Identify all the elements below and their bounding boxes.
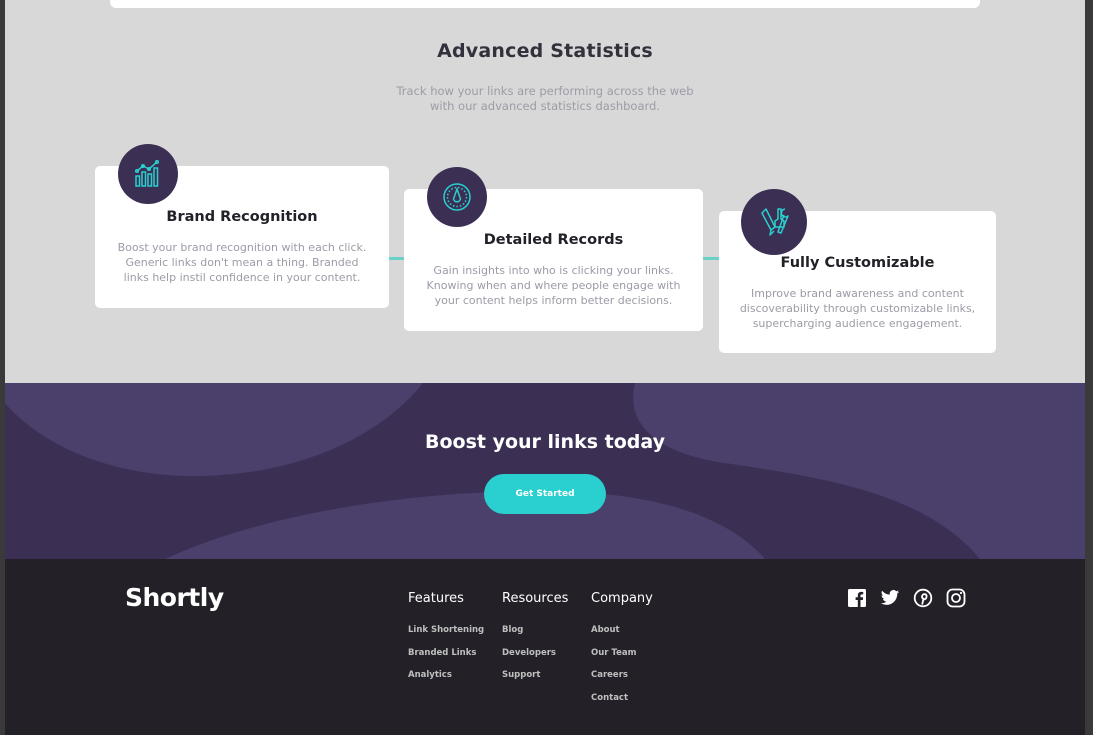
- gauge-icon: [427, 167, 487, 227]
- feature-card-text-line: Knowing when and where people engage wit…: [426, 279, 681, 292]
- cards-connector-line: [703, 257, 719, 260]
- statistics-title: Advanced Statistics: [437, 40, 653, 62]
- feature-card-text-line: your content helps inform better decisio…: [434, 294, 673, 307]
- tools-icon: [741, 189, 807, 255]
- footer-logo[interactable]: Shortly: [125, 583, 224, 612]
- facebook-icon[interactable]: [847, 588, 867, 608]
- footer-column-features: Features Link Shortening Branded Links A…: [408, 591, 484, 693]
- feature-card-title: Detailed Records: [483, 232, 624, 248]
- footer-link[interactable]: Support: [502, 670, 568, 693]
- feature-card-brand-recognition: Brand Recognition Boost your brand recog…: [95, 144, 389, 308]
- feature-card-text-line: supercharging audience engagement.: [752, 317, 963, 330]
- footer-link[interactable]: About: [591, 625, 653, 648]
- feature-card-text-line: discoverability through customizable lin…: [739, 302, 976, 315]
- window-frame-right: [1085, 0, 1093, 735]
- boost-title: Boost your links today: [424, 431, 665, 453]
- instagram-icon[interactable]: [946, 588, 966, 608]
- feature-card-title: Brand Recognition: [166, 209, 318, 225]
- footer-link[interactable]: Analytics: [408, 670, 484, 693]
- shorten-results-card-edge: [110, 0, 980, 8]
- footer-link[interactable]: Our Team: [591, 648, 653, 671]
- get-started-button[interactable]: Get Started: [484, 474, 606, 514]
- feature-card-text-line: Generic links don't mean a thing. Brande…: [125, 256, 359, 269]
- footer-link[interactable]: Blog: [502, 625, 568, 648]
- feature-card-text: Improve brand awareness and content disc…: [731, 286, 984, 331]
- statistics-subtitle-line: Track how your links are performing acro…: [396, 84, 694, 98]
- feature-card-text-line: links help instil confidence in your con…: [123, 271, 361, 284]
- footer-link[interactable]: Link Shortening: [408, 625, 484, 648]
- statistics-subtitle-line: with our advanced statistics dashboard.: [429, 99, 660, 113]
- footer-column-heading: Resources: [502, 591, 569, 606]
- boost-background-shapes: [5, 383, 1085, 559]
- feature-card-text-line: Boost your brand recognition with each c…: [117, 241, 367, 254]
- pinterest-icon[interactable]: [913, 588, 933, 608]
- feature-card-detailed-records: Detailed Records Gain insights into who …: [404, 167, 703, 331]
- statistics-subtitle: Track how your links are performing acro…: [385, 84, 705, 114]
- footer-column-heading: Features: [408, 591, 464, 606]
- footer-column-resources: Resources Blog Developers Support: [502, 591, 568, 693]
- boost-section: Boost your links today Get Started: [5, 383, 1085, 559]
- footer-link[interactable]: Developers: [502, 648, 568, 671]
- footer-column-heading: Company: [591, 591, 653, 606]
- feature-card-text: Gain insights into who is clicking your …: [416, 263, 691, 308]
- feature-card-text-line: Improve brand awareness and content: [751, 287, 964, 300]
- footer-link[interactable]: Branded Links: [408, 648, 484, 671]
- statistics-section: Advanced Statistics Track how your links…: [5, 0, 1085, 383]
- feature-card-title: Fully Customizable: [780, 255, 935, 271]
- footer: Shortly Features Link Shortening Branded…: [5, 559, 1085, 735]
- footer-link[interactable]: Contact: [591, 693, 653, 716]
- feature-card-text: Boost your brand recognition with each c…: [107, 240, 377, 285]
- footer-column-company: Company About Our Team Careers Contact: [591, 591, 653, 716]
- feature-card-fully-customizable: Fully Customizable Improve brand awarene…: [719, 189, 996, 353]
- twitter-icon[interactable]: [880, 588, 900, 608]
- footer-link[interactable]: Careers: [591, 670, 653, 693]
- chart-icon: [118, 144, 178, 204]
- feature-card-text-line: Gain insights into who is clicking your …: [433, 264, 674, 277]
